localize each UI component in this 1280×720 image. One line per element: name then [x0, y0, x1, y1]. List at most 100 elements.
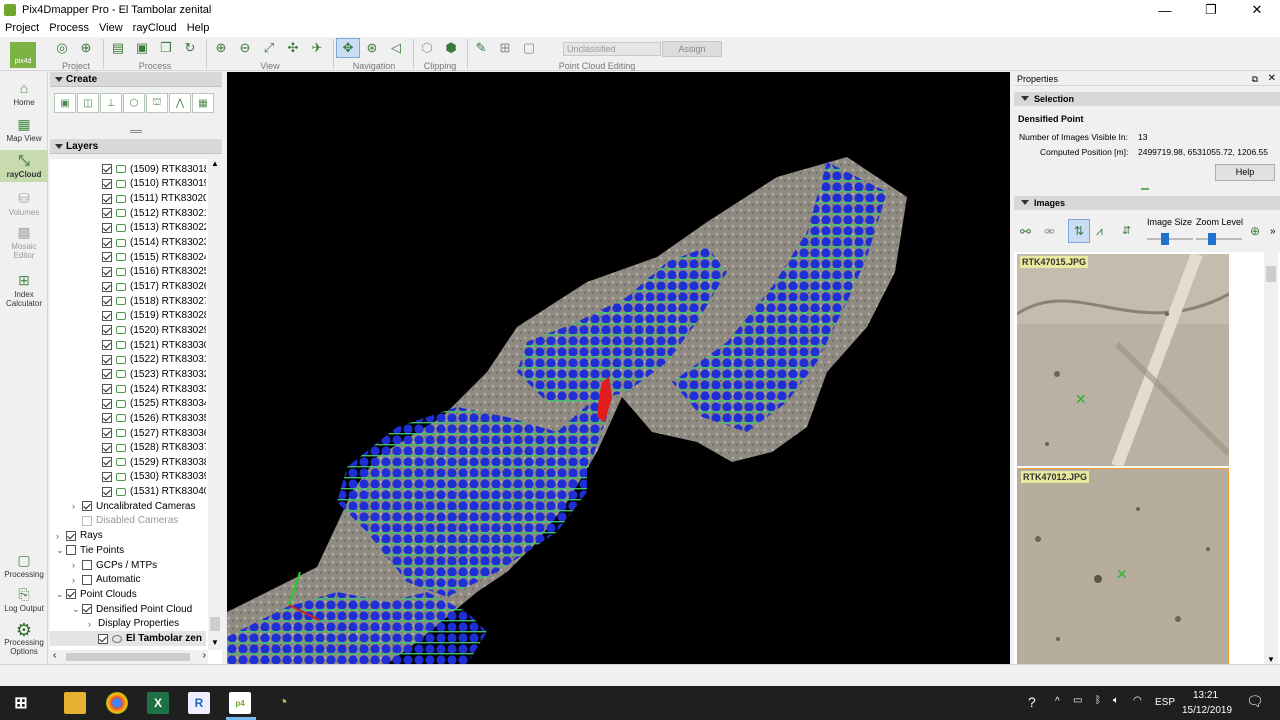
chevron-up-icon[interactable]: ^	[1055, 696, 1060, 707]
camera-checkbox[interactable]	[102, 222, 112, 233]
layer-row[interactable]: ⌄ Tie Points	[50, 543, 206, 558]
plus-icon[interactable]: ⊞	[493, 38, 517, 58]
point-cloud-render[interactable]	[227, 72, 1010, 664]
expand-arrow-icon[interactable]: ›	[88, 619, 98, 629]
camera-row[interactable]: (1521) RTK83030	[50, 338, 206, 353]
more-icon[interactable]: »	[1270, 226, 1276, 237]
create-polyline-icon[interactable]: ⋀	[169, 93, 191, 113]
nav-map-view[interactable]: ▦ Map View	[0, 116, 48, 143]
layer-row[interactable]: › Display Properties	[50, 617, 206, 632]
unlink-icon[interactable]: ⚮	[1044, 224, 1055, 240]
windows-icon[interactable]: ⊞	[10, 692, 32, 714]
zoom-in-icon[interactable]: ⊕	[209, 38, 233, 58]
assign-button[interactable]: Assign	[662, 41, 722, 57]
layer-row[interactable]: › Rays	[50, 528, 206, 543]
images-vscrollbar[interactable]: ▼	[1264, 252, 1278, 664]
notifications-icon[interactable]: 🗨︎	[1246, 693, 1264, 710]
camera-checkbox[interactable]	[102, 193, 112, 204]
create-header[interactable]: Create	[50, 72, 222, 87]
help-button[interactable]: Help	[1215, 164, 1275, 181]
fly-icon[interactable]: ◁	[384, 38, 408, 58]
maximize-button[interactable]: ❐	[1188, 0, 1234, 20]
camera-checkbox[interactable]	[102, 266, 112, 277]
camera-row[interactable]: (1525) RTK83034	[50, 396, 206, 411]
navigate-icon[interactable]: ✥	[336, 38, 360, 58]
create-volume-icon[interactable]: ⛫	[146, 93, 168, 113]
camera-row[interactable]: (1513) RTK83022	[50, 221, 206, 236]
layers-header[interactable]: Layers	[50, 139, 222, 154]
camera-checkbox[interactable]	[102, 398, 112, 409]
camera-checkbox[interactable]	[102, 208, 112, 219]
target-icon[interactable]: ⊕	[74, 38, 98, 58]
camera-row[interactable]: (1524) RTK83033	[50, 382, 206, 397]
camera-checkbox[interactable]	[102, 486, 112, 497]
camera-row[interactable]: (1517) RTK83026	[50, 279, 206, 294]
camera-checkbox[interactable]	[102, 281, 112, 292]
zoom-out-icon[interactable]: ⊖	[233, 38, 257, 58]
images-header[interactable]: Images	[1014, 196, 1280, 210]
excel-icon[interactable]: X	[147, 692, 169, 714]
wifi-icon[interactable]: ◠	[1133, 695, 1142, 706]
language-indicator[interactable]: ESP	[1155, 697, 1175, 708]
camera-checkbox[interactable]	[102, 325, 112, 336]
explorer-icon[interactable]	[64, 692, 86, 714]
expand-arrow-icon[interactable]: ›	[72, 560, 82, 570]
camera-row[interactable]: (1527) RTK83036	[50, 426, 206, 441]
image-size-slider[interactable]	[1147, 233, 1193, 245]
bluetooth-icon[interactable]: ᛒ	[1095, 695, 1101, 706]
clock-date[interactable]: 15/12/2019	[1182, 705, 1232, 716]
camera-row[interactable]: (1510) RTK83019	[50, 177, 206, 192]
expand-arrow-icon[interactable]: ⌄	[56, 545, 66, 556]
nav-processing-options[interactable]: ⚙ Processing Options	[0, 620, 48, 656]
app-icon[interactable]: ◔	[272, 692, 294, 714]
selection-header[interactable]: Selection	[1014, 92, 1280, 106]
layer-row[interactable]: Disabled Cameras	[50, 514, 206, 529]
pen-icon[interactable]: ✎	[469, 38, 493, 58]
create-grid-icon[interactable]: ▦	[192, 93, 214, 113]
layer-checkbox[interactable]	[82, 604, 92, 615]
plane-icon[interactable]: ✈	[305, 38, 329, 58]
fit-icon[interactable]: ⤢	[257, 38, 281, 58]
layer-row[interactable]: El Tambolar zen	[50, 631, 206, 646]
box-icon[interactable]: ⬡	[415, 38, 439, 58]
sort-asc-icon[interactable]: ⩘	[1096, 224, 1103, 239]
camera-row[interactable]: (1514) RTK83023	[50, 235, 206, 250]
camera-checkbox[interactable]	[102, 413, 112, 424]
camera-checkbox[interactable]	[102, 428, 112, 439]
menu-view[interactable]: View	[94, 20, 128, 37]
camera-row[interactable]: (1531) RTK83040	[50, 484, 206, 499]
layer-checkbox[interactable]	[66, 589, 76, 600]
camera-row[interactable]: (1519) RTK83028	[50, 309, 206, 324]
expand-arrow-icon[interactable]: ›	[56, 531, 66, 541]
battery-icon[interactable]: ▭	[1073, 695, 1082, 706]
raycloud-viewport[interactable]	[227, 72, 1010, 664]
nav-processing[interactable]: ▢ Processing	[0, 552, 48, 579]
zoom-in-icon[interactable]: ⊕	[1250, 224, 1260, 238]
nav-volumes[interactable]: ⛁ Volumes	[0, 190, 48, 217]
menu-process[interactable]: Process	[44, 20, 94, 37]
nav-index-calculator[interactable]: ⊞ Index Calculator	[0, 272, 48, 308]
camera-row[interactable]: (1511) RTK83020	[50, 191, 206, 206]
layer-row[interactable]: › Uncalibrated Cameras	[50, 499, 206, 514]
camera-checkbox[interactable]	[102, 384, 112, 395]
layer-checkbox[interactable]	[98, 633, 108, 644]
nav-log-output[interactable]: ⎘ Log Output	[0, 586, 48, 613]
layer-checkbox[interactable]	[82, 560, 92, 571]
camera-checkbox[interactable]	[102, 457, 112, 468]
camera-checkbox[interactable]	[102, 340, 112, 351]
minimize-button[interactable]: —	[1142, 0, 1188, 20]
close-icon[interactable]: ✕	[1268, 73, 1276, 84]
camera-row[interactable]: (1528) RTK83037	[50, 440, 206, 455]
expand-icon[interactable]: ✣	[281, 38, 305, 58]
create-axis-icon[interactable]: ⊥	[100, 93, 122, 113]
image-card[interactable]: ✕ RTK47015.JPG	[1016, 251, 1232, 469]
camera-row[interactable]: (1526) RTK83035	[50, 411, 206, 426]
briefcase-icon[interactable]: ▣	[130, 38, 154, 58]
layer-row[interactable]: ⌄ Densified Point Cloud	[50, 602, 206, 617]
layer-checkbox[interactable]	[66, 545, 76, 556]
camera-checkbox[interactable]	[102, 471, 112, 482]
camera-checkbox[interactable]	[102, 164, 112, 175]
layers-hscrollbar[interactable]: ‹ ›	[50, 650, 208, 664]
create-plane-icon[interactable]: ◫	[77, 93, 99, 113]
copy-icon[interactable]: ❐	[154, 38, 178, 58]
